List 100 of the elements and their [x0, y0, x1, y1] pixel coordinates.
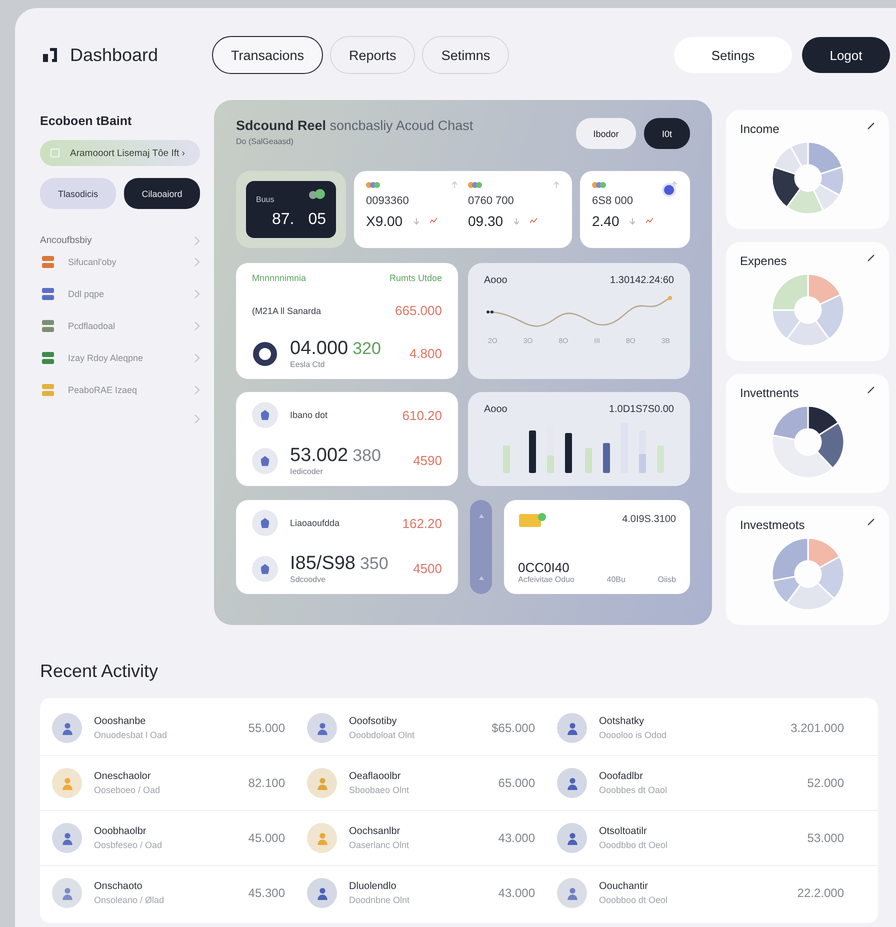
stat-change: 350: [360, 554, 388, 573]
app-title: Dashboard: [70, 44, 158, 66]
activity-amount: 52.000: [807, 776, 844, 790]
activity-detail: Ooseboeo / Oad: [94, 785, 162, 795]
shape-icon: [259, 454, 271, 466]
wallet-value: 4.0I9S.3100: [622, 514, 676, 524]
activity-name: Otsoltoatilr: [599, 826, 648, 837]
coins-icon: [592, 181, 606, 189]
wallet-amount: 0CC0I40: [518, 560, 570, 575]
ticker-code: 6S8 000: [592, 195, 634, 207]
sidebar-button[interactable]: Tlasodicis: [40, 178, 116, 209]
nav-tab[interactable]: Reports: [330, 36, 416, 74]
donut-chart-drawing: [772, 538, 844, 610]
stat-amount: 162.20: [402, 516, 442, 530]
down-arrow-icon: [629, 217, 636, 225]
activity-detail: Doodnbne Olnt: [349, 895, 411, 905]
stat-caption: Eesla Ctd: [290, 360, 326, 369]
activity-detail: Ooodbbo dt Oeol: [599, 840, 669, 850]
chevron-icon: [194, 385, 200, 395]
activity-name: Oeaflaoolbr: [349, 771, 402, 782]
overview-subtitle: Do (SalGeaasd): [236, 137, 294, 146]
nav-tab[interactable]: Transacions: [212, 36, 324, 74]
trend-icon: [430, 217, 437, 225]
edit-icon[interactable]: [867, 518, 875, 526]
stat-caption: Sdcoodve: [290, 575, 327, 584]
chevron-icon: [194, 353, 200, 363]
coins-icon: [468, 181, 482, 189]
sidebar-heading: Ecoboen tBaint: [40, 114, 133, 128]
down-arrow-icon: [513, 217, 520, 225]
edit-icon[interactable]: [867, 254, 875, 262]
summary-title: Income: [740, 122, 780, 136]
overview-button[interactable]: Ibodor: [576, 118, 636, 149]
settings-button[interactable]: Setings: [674, 37, 792, 73]
arrow-icon: [553, 181, 560, 189]
activity-name: Oneschaolor: [94, 771, 152, 782]
stat-title: Ibano dot: [290, 410, 328, 420]
stat-value: 04.000: [290, 338, 348, 359]
activity-name: Ootshatky: [599, 716, 646, 727]
chevron-icon: [194, 236, 200, 246]
activity-name: Onschaoto: [94, 881, 144, 892]
chart-label: Aooo: [484, 275, 508, 286]
activity-name: Oochsanlbr: [349, 826, 402, 837]
logo-icon: [40, 45, 60, 65]
wallet-icon: [518, 510, 548, 528]
activity-amount: 65.000: [498, 776, 535, 790]
activity-name: Oouchantir: [599, 881, 649, 892]
summary-title: Expenes: [740, 254, 787, 268]
sidebar-button[interactable]: Cilaoaiord: [124, 178, 200, 209]
logout-button[interactable]: Logot: [802, 37, 890, 73]
stat-value: I85/S98: [290, 553, 356, 574]
stat-amount: 665.000: [395, 303, 442, 318]
activity-amount: 82.100: [248, 776, 285, 790]
ticker-code: 0760 700: [468, 195, 515, 207]
ticker-value: 09.30: [468, 213, 504, 229]
stat-title: Liaoaoufdda: [290, 518, 340, 528]
down-arrow-icon: [412, 217, 420, 225]
shape-icon: [259, 517, 271, 529]
activity-amount: 53.000: [807, 831, 844, 845]
activity-amount: 45.000: [248, 831, 285, 845]
ticker-value: X9.00: [366, 213, 403, 229]
balance-value: 05: [308, 211, 326, 229]
stat-title: (M21A ll Sanarda: [252, 306, 322, 316]
trend-icon: [530, 217, 538, 225]
section-label: Ancoufbsbiy: [40, 235, 92, 246]
nav-tab[interactable]: Setimns: [422, 36, 510, 74]
stat-label: Mnnnnnimnia: [252, 273, 306, 283]
balance-label: Buus: [256, 195, 274, 204]
activity-detail: Ooooloo is Odod: [599, 730, 668, 740]
edit-icon[interactable]: [867, 386, 875, 394]
activity-amount: 43.000: [498, 886, 535, 900]
wallet-detail: 40Bu: [606, 575, 626, 584]
activity-detail: Oaserlanc Olnt: [349, 840, 410, 850]
shape-icon: [259, 409, 271, 421]
chevron-icon: [194, 321, 200, 331]
chevron-icon: [194, 289, 200, 299]
activity-amount: 43.000: [498, 831, 535, 845]
activity-detail: Sboobaeo Olnt: [349, 785, 410, 795]
promo-button[interactable]: Aramooort Lisemaj Tôe Ift ›: [40, 140, 200, 166]
activity-detail: Ooobboo dt Oeol: [599, 895, 669, 905]
ticker-code: 0093360: [366, 195, 410, 207]
wallet-detail: Acfeivitae Oduo: [518, 575, 574, 584]
trend-icon: [646, 217, 654, 225]
chart-label: Aooo: [484, 404, 508, 415]
activity-amount: 22.2.000: [797, 886, 844, 900]
chevron-icon: [194, 257, 200, 267]
donut-chart-drawing: [772, 406, 844, 478]
stat-change: 380: [352, 446, 381, 465]
stat-amount: 4.800: [409, 346, 442, 361]
arrow-icon: [451, 181, 458, 189]
activity-name: Ooofsotiby: [349, 716, 398, 727]
overview-button[interactable]: I0t: [644, 118, 690, 149]
activity-amount: 3.201.000: [790, 721, 844, 735]
activity-name: Ooofadlbr: [599, 771, 644, 782]
activity-name: Dluolendlo: [349, 881, 398, 892]
edit-icon[interactable]: [867, 122, 875, 130]
chart-value: 1.0D1S7S0.00: [608, 404, 674, 415]
activity-detail: Ooobdoloat Olnt: [349, 730, 416, 740]
summary-title: Invettnents: [740, 386, 799, 400]
activity-detail: Onsoleano / Ølad: [94, 895, 166, 905]
square-icon: [50, 148, 60, 158]
